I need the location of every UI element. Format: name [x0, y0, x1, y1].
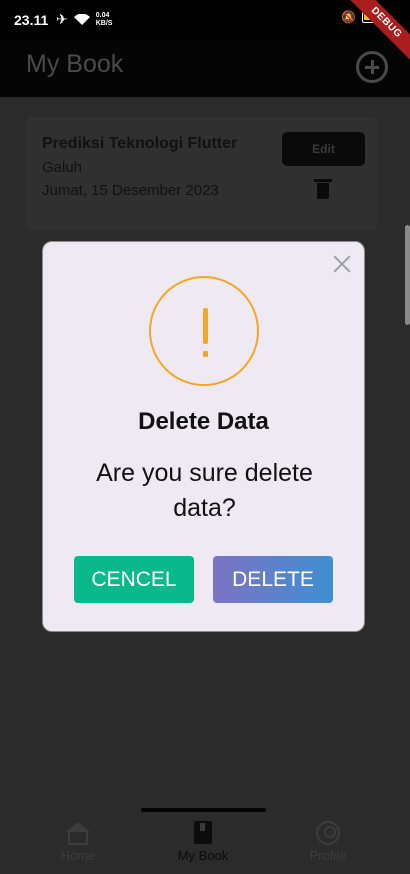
book-date: Jumat, 15 Desember 2023 [42, 182, 219, 199]
edit-button[interactable]: Edit [282, 132, 365, 166]
status-bar: 23.11 ✈ 0.04 KB/S 🔕 [0, 0, 410, 40]
nav-item-home[interactable]: Home [38, 820, 118, 863]
home-indicator [141, 808, 266, 812]
status-icons: ✈ 0.04 KB/S [56, 11, 112, 28]
delete-button[interactable]: DELETE [213, 556, 333, 603]
cancel-button[interactable]: CENCEL [74, 556, 194, 603]
close-icon[interactable] [332, 254, 352, 274]
wifi-icon [73, 13, 90, 25]
nav-item-profile[interactable]: Profile [288, 820, 368, 863]
app-bar: My Book [0, 40, 410, 97]
book-card[interactable]: Prediksi Teknologi Flutter Galuh Jumat, … [26, 117, 378, 230]
warning-icon [149, 276, 259, 386]
airplane-icon: ✈ [56, 11, 68, 27]
page-title: My Book [26, 50, 124, 78]
book-icon [190, 820, 216, 846]
book-author: Galuh [42, 159, 83, 176]
nav-label-profile: Profile [309, 848, 347, 863]
profile-icon [315, 820, 341, 846]
trash-icon[interactable] [314, 179, 332, 199]
bottom-nav: Home My Book Profile [0, 800, 410, 874]
book-title: Prediksi Teknologi Flutter [42, 135, 238, 152]
mute-icon: 🔕 [341, 10, 356, 24]
nav-label-home: Home [60, 848, 96, 863]
home-icon [65, 820, 91, 846]
nav-label-my-book: My Book [177, 848, 229, 863]
scroll-indicator [405, 225, 410, 325]
dialog-title: Delete Data [138, 408, 269, 435]
delete-dialog: Delete Data Are you sure delete data? CE… [42, 241, 365, 632]
nav-item-my-book[interactable]: My Book [163, 820, 243, 863]
status-time: 23.11 [14, 12, 49, 28]
network-speed: 0.04 KB/S [95, 11, 113, 27]
dialog-message: Are you sure delete data? [96, 459, 313, 522]
add-book-button[interactable] [356, 51, 388, 83]
